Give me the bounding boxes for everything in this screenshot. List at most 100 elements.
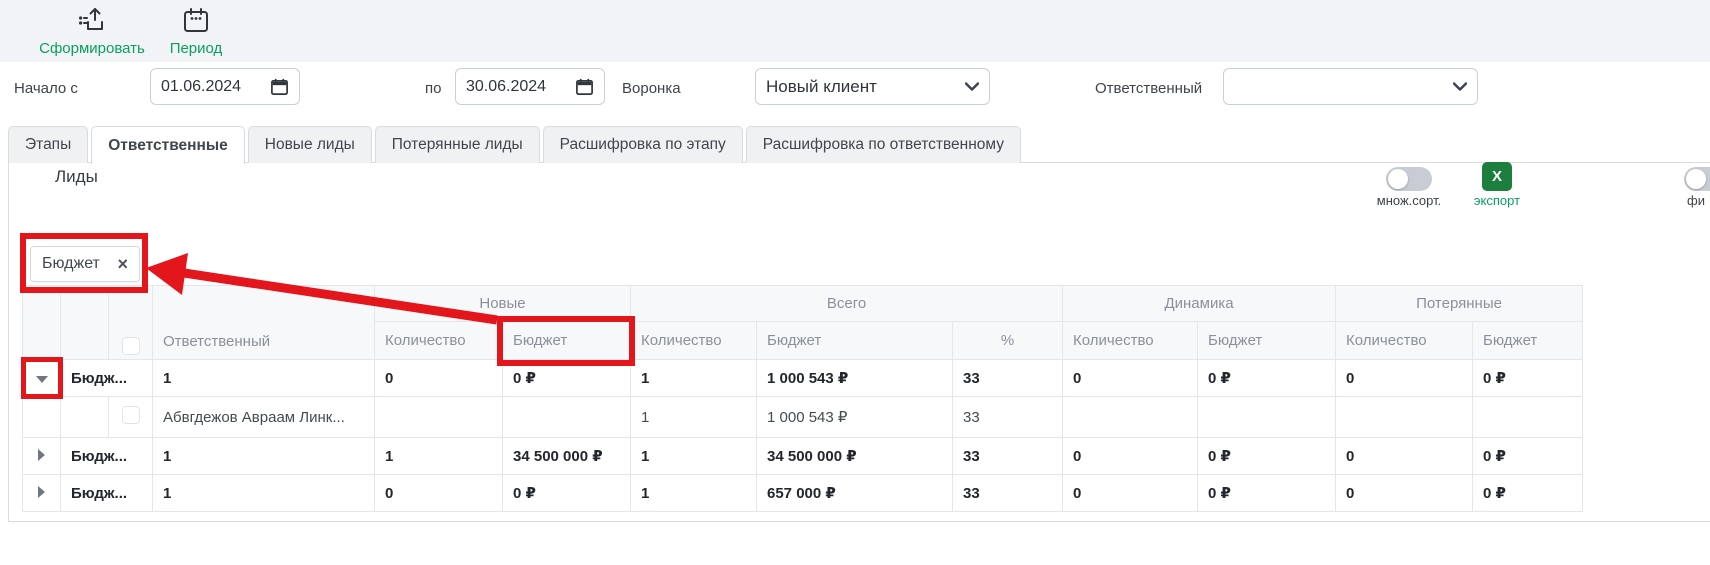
group-label-header-cell xyxy=(61,286,109,360)
period-label: Период xyxy=(131,40,261,57)
excel-export-icon[interactable]: X xyxy=(1482,162,1512,191)
select-all-checkbox[interactable] xyxy=(122,337,140,355)
cell: 1 xyxy=(375,438,503,475)
generate-report-icon xyxy=(76,5,108,37)
col-poteryannye-budget[interactable]: Бюджет xyxy=(1473,322,1583,360)
funnel-value: Новый клиент xyxy=(766,77,965,97)
period-button[interactable]: Период xyxy=(131,5,261,57)
table-row-child-1: Абвгдежов Авраам Линк... 1 1 000 543 ₽ 3… xyxy=(23,397,1583,438)
tab-otvetstvennye[interactable]: Ответственные xyxy=(91,126,245,164)
cell xyxy=(1336,397,1473,438)
group-label-cell: Бюдж... xyxy=(61,438,153,475)
expander-header-cell xyxy=(23,286,61,360)
tab-poteryannye-lidy[interactable]: Потерянные лиды xyxy=(375,126,540,163)
cell xyxy=(503,397,631,438)
cell: 33 xyxy=(953,360,1063,397)
expand-row-icon[interactable] xyxy=(38,486,45,498)
report-tabs: Этапы Ответственные Новые лиды Потерянны… xyxy=(8,126,1021,163)
top-toolbar: Сформировать Период xyxy=(0,0,1710,62)
chip-label: Бюджет xyxy=(42,255,117,273)
cell: 0 xyxy=(1336,475,1473,512)
funnel-label: Воронка xyxy=(622,80,681,97)
group-label-cell: Бюдж... xyxy=(61,360,153,397)
cell xyxy=(375,397,503,438)
cell: 657 000 ₽ xyxy=(757,475,953,512)
cell: 0 ₽ xyxy=(1473,360,1583,397)
cell: 1 000 543 ₽ xyxy=(757,397,953,438)
cell xyxy=(1198,397,1336,438)
col-dinamika-budget[interactable]: Бюджет xyxy=(1198,322,1336,360)
cell: 1 xyxy=(631,475,757,512)
tab-etapy[interactable]: Этапы xyxy=(8,126,88,163)
responsible-cell: 1 xyxy=(153,438,375,475)
calendar-icon[interactable] xyxy=(575,77,594,96)
responsible-select[interactable] xyxy=(1223,68,1478,105)
col-dinamika-kolichestvo[interactable]: Количество xyxy=(1063,322,1198,360)
responsible-cell: 1 xyxy=(153,475,375,512)
cell: 1 000 543 ₽ xyxy=(757,360,953,397)
cell: 0 ₽ xyxy=(1198,360,1336,397)
col-poteryannye-kolichestvo[interactable]: Количество xyxy=(1336,322,1473,360)
cell: 0 ₽ xyxy=(1198,438,1336,475)
col-novye-kolichestvo[interactable]: Количество xyxy=(375,322,503,360)
end-date-value: 30.06.2024 xyxy=(466,78,575,96)
tab-rasshifrovka-po-otvetstvennomu[interactable]: Расшифровка по ответственному xyxy=(746,126,1021,163)
cell xyxy=(1473,397,1583,438)
cell: 34 500 000 ₽ xyxy=(503,438,631,475)
cell: 1 xyxy=(631,438,757,475)
col-novye-budget[interactable]: Бюджет xyxy=(503,322,631,360)
cell: 0 xyxy=(375,475,503,512)
cell: 33 xyxy=(953,397,1063,438)
cell: 33 xyxy=(953,475,1063,512)
tab-rasshifrovka-po-etapu[interactable]: Расшифровка по этапу xyxy=(543,126,743,163)
cell: 0 ₽ xyxy=(503,360,631,397)
col-responsible[interactable]: Ответственный xyxy=(153,286,375,360)
funnel-select[interactable]: Новый клиент xyxy=(755,68,990,105)
export-label[interactable]: экспорт xyxy=(1452,193,1542,208)
cell: 34 500 000 ₽ xyxy=(757,438,953,475)
responsibles-table: Ответственный Новые Всего Динамика Потер… xyxy=(22,285,1583,512)
chevron-down-icon xyxy=(1453,82,1467,91)
multisort-toggle[interactable] xyxy=(1386,167,1432,191)
group-vsego: Всего xyxy=(631,286,1063,322)
table-row-group-1: Бюдж... 1 0 0 ₽ 1 1 000 543 ₽ 33 0 0 ₽ 0… xyxy=(23,360,1583,397)
cell: 0 ₽ xyxy=(1473,475,1583,512)
filter-toggle[interactable] xyxy=(1684,167,1710,191)
cell: 0 xyxy=(1063,438,1198,475)
chevron-down-icon xyxy=(965,82,979,91)
cell: 0 xyxy=(1336,360,1473,397)
expand-row-icon[interactable] xyxy=(38,449,45,461)
group-novye: Новые xyxy=(375,286,631,322)
cell xyxy=(1063,397,1198,438)
cell: 0 xyxy=(1336,438,1473,475)
filter-toggle-label: фи xyxy=(1687,193,1710,208)
chip-close-icon[interactable]: × xyxy=(117,255,128,273)
col-percent[interactable]: % xyxy=(953,322,1063,360)
group-poteryannye: Потерянные xyxy=(1336,286,1583,322)
cell: 0 xyxy=(1063,475,1198,512)
responsible-cell[interactable]: Абвгдежов Авраам Линк... xyxy=(153,397,375,438)
col-vsego-kolichestvo[interactable]: Количество xyxy=(631,322,757,360)
to-label: по xyxy=(425,80,441,97)
excel-letter: X xyxy=(1492,168,1502,185)
calendar-icon[interactable] xyxy=(270,77,289,96)
start-date-label: Начало с xyxy=(14,80,78,97)
panel-title: Лиды xyxy=(55,167,98,187)
group-dinamika: Динамика xyxy=(1063,286,1336,322)
multisort-label: множ.сорт. xyxy=(1364,193,1454,208)
responsible-cell: 1 xyxy=(153,360,375,397)
col-vsego-budget[interactable]: Бюджет xyxy=(757,322,953,360)
cell: 0 xyxy=(1063,360,1198,397)
collapse-row-icon[interactable] xyxy=(36,376,48,383)
start-date-value: 01.06.2024 xyxy=(161,78,270,96)
cell: 0 ₽ xyxy=(1473,438,1583,475)
group-label-cell: Бюдж... xyxy=(61,475,153,512)
table-row-group-2: Бюдж... 1 1 34 500 000 ₽ 1 34 500 000 ₽ … xyxy=(23,438,1583,475)
tab-novye-lidy[interactable]: Новые лиды xyxy=(248,126,372,163)
end-date-input[interactable]: 30.06.2024 xyxy=(455,68,605,105)
budget-filter-chip[interactable]: Бюджет × xyxy=(30,246,140,282)
cell: 0 ₽ xyxy=(1198,475,1336,512)
table-row-group-3: Бюдж... 1 0 0 ₽ 1 657 000 ₽ 33 0 0 ₽ 0 0… xyxy=(23,475,1583,512)
row-checkbox[interactable] xyxy=(122,406,140,424)
start-date-input[interactable]: 01.06.2024 xyxy=(150,68,300,105)
